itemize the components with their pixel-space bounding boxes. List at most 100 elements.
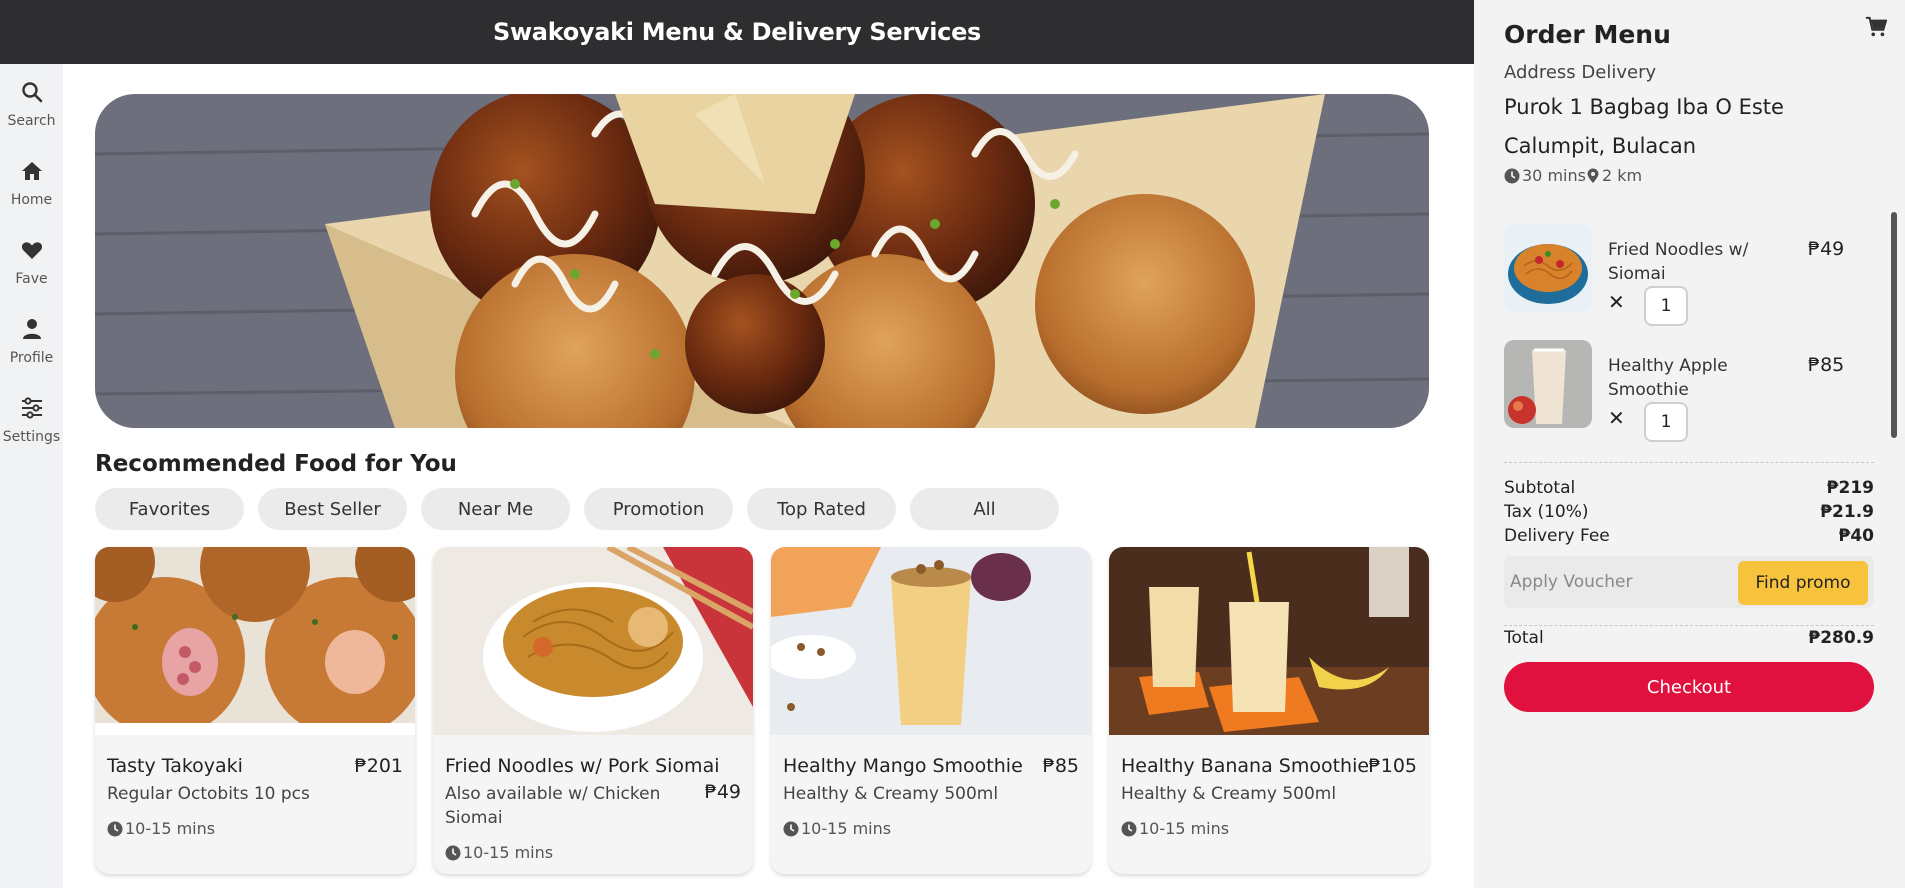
order-items-list: Fried Noodles w/ Siomai ₱49 ✕ Healthy Ap…	[1504, 212, 1897, 442]
hero-banner	[95, 94, 1429, 428]
banana-smoothie-image	[1109, 547, 1429, 735]
order-item-name: Fried Noodles w/ Siomai	[1608, 240, 1749, 284]
tax-label: Tax (10%)	[1504, 502, 1589, 522]
order-item-thumbnail	[1504, 224, 1592, 312]
clock-icon	[1121, 821, 1137, 836]
apple-smoothie-thumb	[1504, 340, 1592, 428]
food-price: ₱105	[1368, 755, 1417, 777]
delivery-fee-row: Delivery Fee ₱40	[1504, 526, 1874, 546]
delivery-fee-value: ₱40	[1838, 526, 1875, 546]
food-description: Healthy & Creamy 500ml	[783, 784, 999, 804]
total-value: ₱280.9	[1808, 628, 1874, 648]
order-item-price: ₱49	[1808, 238, 1845, 260]
order-title: Order Menu	[1504, 20, 1671, 49]
top-header: Swakoyaki Menu & Delivery Services	[0, 0, 1474, 64]
total-row: Total ₱280.9	[1504, 628, 1874, 648]
prep-time: 10-15 mins	[107, 819, 215, 838]
order-panel: Order Menu Address Delivery Purok 1 Bagb…	[1474, 0, 1905, 888]
sidebar-nav: Search Home Fave Profile Settings	[0, 64, 63, 888]
voucher-input[interactable]	[1504, 556, 1729, 608]
clock-icon	[445, 845, 461, 860]
food-price: ₱201	[354, 755, 403, 777]
tax-value: ₱21.9	[1820, 502, 1874, 522]
prep-time: 10-15 mins	[1121, 819, 1229, 838]
quantity-input[interactable]	[1644, 402, 1688, 442]
food-card[interactable]: Healthy Banana Smoothie ₱105 Healthy & C…	[1109, 547, 1429, 874]
prep-time-text: 10-15 mins	[125, 819, 216, 838]
food-name: Tasty Takoyaki	[107, 755, 243, 777]
food-description: Healthy & Creamy 500ml	[1121, 784, 1337, 804]
checkout-button[interactable]: Checkout	[1504, 662, 1874, 712]
subtotal-label: Subtotal	[1504, 478, 1576, 498]
sidebar-item-fave[interactable]: Fave	[0, 238, 63, 287]
food-name: Healthy Mango Smoothie	[783, 755, 1023, 777]
order-list-scrollbar[interactable]	[1891, 212, 1897, 438]
chip-best-seller[interactable]: Best Seller	[258, 488, 407, 530]
home-icon	[21, 162, 42, 180]
section-title: Recommended Food for You	[95, 451, 457, 477]
sidebar-item-label: Profile	[9, 350, 54, 366]
sidebar-item-label: Home	[10, 192, 53, 208]
delivery-address: Purok 1 Bagbag Iba O Este Calumpit, Bula…	[1504, 95, 1784, 158]
remove-item-button[interactable]: ✕	[1608, 292, 1625, 312]
voucher-box: Find promo	[1504, 556, 1874, 608]
food-card[interactable]: Healthy Mango Smoothie ₱85 Healthy & Cre…	[771, 547, 1091, 874]
order-item-price: ₱85	[1808, 354, 1845, 376]
order-item: Healthy Apple Smoothie ₱85 ✕	[1504, 340, 1864, 442]
delivery-fee-label: Delivery Fee	[1504, 526, 1610, 546]
order-item-name: Healthy Apple Smoothie	[1608, 356, 1728, 400]
prep-time: 10-15 mins	[445, 843, 553, 862]
user-icon	[22, 319, 41, 339]
chip-top-rated[interactable]: Top Rated	[747, 488, 896, 530]
clock-icon	[783, 821, 799, 836]
sidebar-item-label: Search	[7, 113, 56, 129]
sidebar-item-label: Fave	[15, 271, 48, 287]
tax-row: Tax (10%) ₱21.9	[1504, 502, 1874, 522]
cart-icon[interactable]	[1865, 16, 1887, 38]
remove-item-button[interactable]: ✕	[1608, 408, 1625, 428]
chip-all[interactable]: All	[910, 488, 1059, 530]
clock-icon	[1504, 168, 1520, 183]
order-item-thumbnail	[1504, 340, 1592, 428]
prep-time-text: 10-15 mins	[1139, 819, 1230, 838]
subtotal-row: Subtotal ₱219	[1504, 478, 1874, 498]
delivery-distance: 2 km	[1601, 166, 1643, 185]
sidebar-item-label: Settings	[2, 429, 61, 445]
chip-near-me[interactable]: Near Me	[421, 488, 570, 530]
takoyaki-banner-image	[95, 94, 1429, 428]
takoyaki-image	[95, 547, 415, 735]
food-name: Fried Noodles w/ Pork Siomai	[445, 755, 720, 777]
food-description: Also available w/ Chicken Siomai	[445, 784, 661, 828]
food-card[interactable]: Fried Noodles w/ Pork Siomai ₱49 Also av…	[433, 547, 753, 874]
app-title: Swakoyaki Menu & Delivery Services	[492, 18, 982, 46]
filter-chips: Favorites Best Seller Near Me Promotion …	[95, 488, 1059, 530]
subtotal-value: ₱219	[1826, 478, 1874, 498]
sidebar-item-profile[interactable]: Profile	[0, 317, 63, 366]
food-price: ₱85	[1042, 755, 1079, 777]
address-label: Address Delivery	[1504, 62, 1657, 83]
sliders-icon	[21, 397, 42, 419]
search-icon	[21, 82, 42, 103]
delivery-eta: 30 mins	[1522, 166, 1586, 185]
clock-icon	[107, 821, 123, 836]
location-pin-icon	[1587, 168, 1599, 183]
quantity-input[interactable]	[1644, 286, 1688, 326]
fried-noodles-thumb	[1504, 224, 1592, 312]
fried-noodles-image	[433, 547, 753, 735]
order-item: Fried Noodles w/ Siomai ₱49 ✕	[1504, 224, 1864, 326]
food-price: ₱49	[704, 781, 741, 803]
sidebar-item-home[interactable]: Home	[0, 159, 63, 208]
chip-promotion[interactable]: Promotion	[584, 488, 733, 530]
food-card[interactable]: Tasty Takoyaki ₱201 Regular Octobits 10 …	[95, 547, 415, 874]
find-promo-button[interactable]: Find promo	[1738, 561, 1868, 605]
prep-time-text: 10-15 mins	[801, 819, 892, 838]
divider	[1504, 462, 1874, 463]
chip-favorites[interactable]: Favorites	[95, 488, 244, 530]
sidebar-item-settings[interactable]: Settings	[0, 396, 63, 445]
divider	[1504, 625, 1874, 626]
delivery-meta: 30 mins 2 km	[1504, 166, 1642, 185]
prep-time: 10-15 mins	[783, 819, 891, 838]
total-label: Total	[1504, 628, 1544, 648]
food-description: Regular Octobits 10 pcs	[107, 784, 310, 804]
sidebar-item-search[interactable]: Search	[0, 80, 63, 129]
